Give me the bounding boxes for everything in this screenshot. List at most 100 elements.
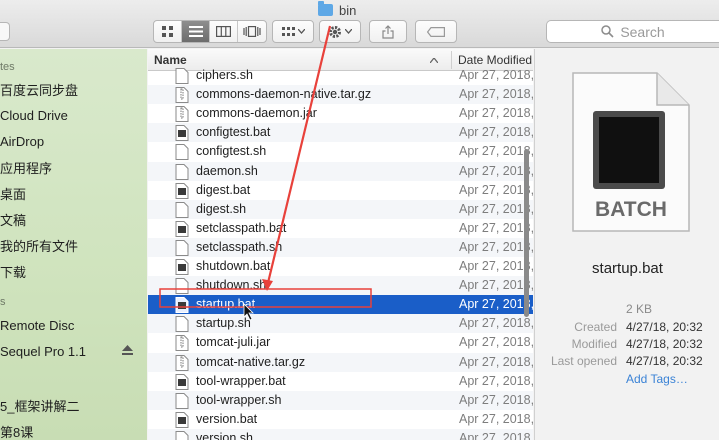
sidebar-item-applications[interactable]: 应用程序	[0, 156, 52, 178]
archive-file-icon	[175, 354, 189, 371]
icon-view-button[interactable]	[154, 21, 182, 42]
table-row[interactable]: configtest.bat Apr 27, 2018,	[148, 123, 533, 143]
file-name: version.sh	[196, 430, 253, 440]
table-row[interactable]: tomcat-juli.jar Apr 27, 2018,	[148, 333, 533, 352]
batch-file-icon	[175, 182, 189, 199]
sidebar-item-lesson-8[interactable]: 第8课	[0, 420, 33, 440]
file-name: setclasspath.bat	[196, 220, 287, 235]
file-name: tool-wrapper.bat	[196, 373, 286, 388]
sidebar-item-downloads[interactable]: 下载	[0, 260, 26, 282]
batch-file-icon	[175, 373, 189, 390]
sidebar-heading-favorites: tes	[0, 61, 15, 73]
file-date-modified: Apr 27, 2018,	[459, 144, 533, 159]
sidebar-item-cloud-drive[interactable]: Cloud Drive	[0, 104, 68, 126]
table-row[interactable]: digest.sh Apr 27, 2018,	[148, 199, 533, 219]
sidebar-item-remote-disc[interactable]: Remote Disc	[0, 314, 74, 336]
view-mode-switcher	[153, 20, 267, 43]
file-date-modified: Apr 27, 2018,	[459, 259, 533, 273]
file-name: commons-daemon.jar	[196, 106, 317, 121]
sidebar-item-sequel-pro[interactable]: Sequel Pro 1.1	[0, 340, 86, 362]
table-row[interactable]: startup.sh Apr 27, 2018,	[148, 314, 533, 334]
table-row[interactable]: shutdown.sh Apr 27, 2018,	[148, 276, 533, 296]
document-icon	[175, 278, 189, 295]
sidebar-item-desktop[interactable]: 桌面	[0, 182, 26, 204]
document-icon	[175, 316, 189, 333]
gear-icon	[329, 25, 341, 38]
file-date-modified: Apr 27, 2018,	[459, 335, 533, 350]
table-row[interactable]: configtest.sh Apr 27, 2018,	[148, 142, 533, 161]
column-view-button[interactable]	[210, 21, 238, 42]
preview-icon-label: BATCH	[595, 198, 667, 221]
table-row[interactable]: version.sh Apr 27, 2018,	[148, 428, 533, 440]
archive-file-icon	[175, 106, 189, 123]
table-row[interactable]: digest.bat Apr 27, 2018,	[148, 181, 533, 200]
list-view-button[interactable]	[182, 21, 210, 42]
file-date-modified: Apr 27, 2018,	[459, 163, 533, 178]
file-date-modified: Apr 27, 2018,	[459, 411, 533, 426]
modified-value: 4/27/18, 20:32	[626, 337, 703, 351]
file-list: Name Date Modified ciphers.sh Apr 27, 201…	[148, 49, 533, 440]
toolbar: bin Search	[0, 0, 719, 48]
table-row[interactable]: commons-daemon.jar Apr 27, 2018,	[148, 104, 533, 123]
table-row[interactable]: ciphers.sh Apr 27, 2018,	[148, 66, 533, 85]
file-name: shutdown.sh	[196, 278, 267, 293]
file-date-modified: Apr 27, 2018,	[459, 239, 533, 254]
window-title-label: bin	[339, 2, 357, 18]
document-icon	[175, 163, 189, 180]
file-name: configtest.sh	[196, 144, 267, 159]
search-icon	[601, 25, 614, 38]
add-tags-link[interactable]: Add Tags…	[626, 372, 688, 386]
arrange-button[interactable]	[272, 20, 314, 43]
coverflow-view-button[interactable]	[238, 21, 266, 42]
coverflow-view-icon	[243, 26, 261, 37]
icon-view-icon	[161, 25, 173, 37]
archive-file-icon	[175, 335, 189, 352]
table-row[interactable]: tomcat-native.tar.gz Apr 27, 2018,	[148, 352, 533, 372]
action-button[interactable]	[319, 20, 361, 43]
file-name: tool-wrapper.sh	[196, 392, 282, 407]
table-row[interactable]: shutdown.bat Apr 27, 2018,	[148, 257, 533, 276]
table-row[interactable]: tool-wrapper.sh Apr 27, 2018,	[148, 390, 533, 410]
preview-pane: BATCH startup.bat 2 KB Created 4/27/18, …	[534, 49, 719, 440]
tags-button[interactable]	[415, 20, 457, 43]
list-view-icon	[188, 26, 203, 37]
file-name: version.bat	[196, 411, 258, 426]
table-row[interactable]: setclasspath.bat Apr 27, 2018,	[148, 219, 533, 238]
sidebar-item-airdrop[interactable]: AirDrop	[0, 130, 44, 152]
file-name: shutdown.bat	[196, 259, 271, 273]
sidebar-item-framework-lesson[interactable]: 5_框架讲解二	[0, 394, 79, 416]
table-row[interactable]: version.bat Apr 27, 2018,	[148, 410, 533, 429]
file-date-modified: Apr 27, 2018,	[459, 354, 533, 369]
table-row[interactable]: tool-wrapper.bat Apr 27, 2018,	[148, 372, 533, 391]
window-title: bin	[318, 1, 357, 18]
column-header-date-modified[interactable]: Date Modified	[458, 53, 532, 67]
file-name: tomcat-native.tar.gz	[196, 354, 306, 369]
table-row[interactable]: setclasspath.sh Apr 27, 2018,	[148, 237, 533, 257]
back-button[interactable]	[0, 22, 10, 41]
preview-file-name: startup.bat	[592, 260, 663, 277]
column-header-name[interactable]: Name	[154, 53, 187, 67]
sidebar-item-baidu-sync[interactable]: 百度云同步盘	[0, 78, 78, 100]
chevron-down-icon	[297, 29, 305, 34]
table-row[interactable]: startup.bat Apr 27, 2018,	[148, 295, 533, 315]
eject-icon[interactable]	[122, 345, 133, 356]
batch-file-icon	[175, 220, 189, 237]
search-field[interactable]: Search	[546, 20, 719, 43]
share-icon	[382, 24, 394, 39]
sidebar-item-all-my-files[interactable]: 我的所有文件	[0, 234, 78, 256]
file-date-modified: Apr 27, 2018,	[459, 430, 533, 440]
created-value: 4/27/18, 20:32	[626, 320, 703, 334]
file-date-modified: Apr 27, 2018,	[459, 182, 533, 197]
file-date-modified: Apr 27, 2018,	[459, 220, 533, 235]
file-name: tomcat-juli.jar	[196, 335, 271, 350]
batch-file-icon	[175, 297, 189, 314]
file-date-modified: Apr 27, 2018,	[459, 297, 533, 312]
sidebar-item-documents[interactable]: 文稿	[0, 208, 26, 230]
table-row[interactable]: daemon.sh Apr 27, 2018,	[148, 161, 533, 181]
tag-icon	[427, 26, 445, 37]
file-date-modified: Apr 27, 2018,	[459, 87, 533, 102]
sidebar-heading-devices: s	[0, 296, 6, 308]
vertical-scrollbar[interactable]	[524, 149, 529, 317]
share-button[interactable]	[369, 20, 407, 43]
table-row[interactable]: commons-daemon-native.tar.gz Apr 27, 2018…	[148, 85, 533, 105]
